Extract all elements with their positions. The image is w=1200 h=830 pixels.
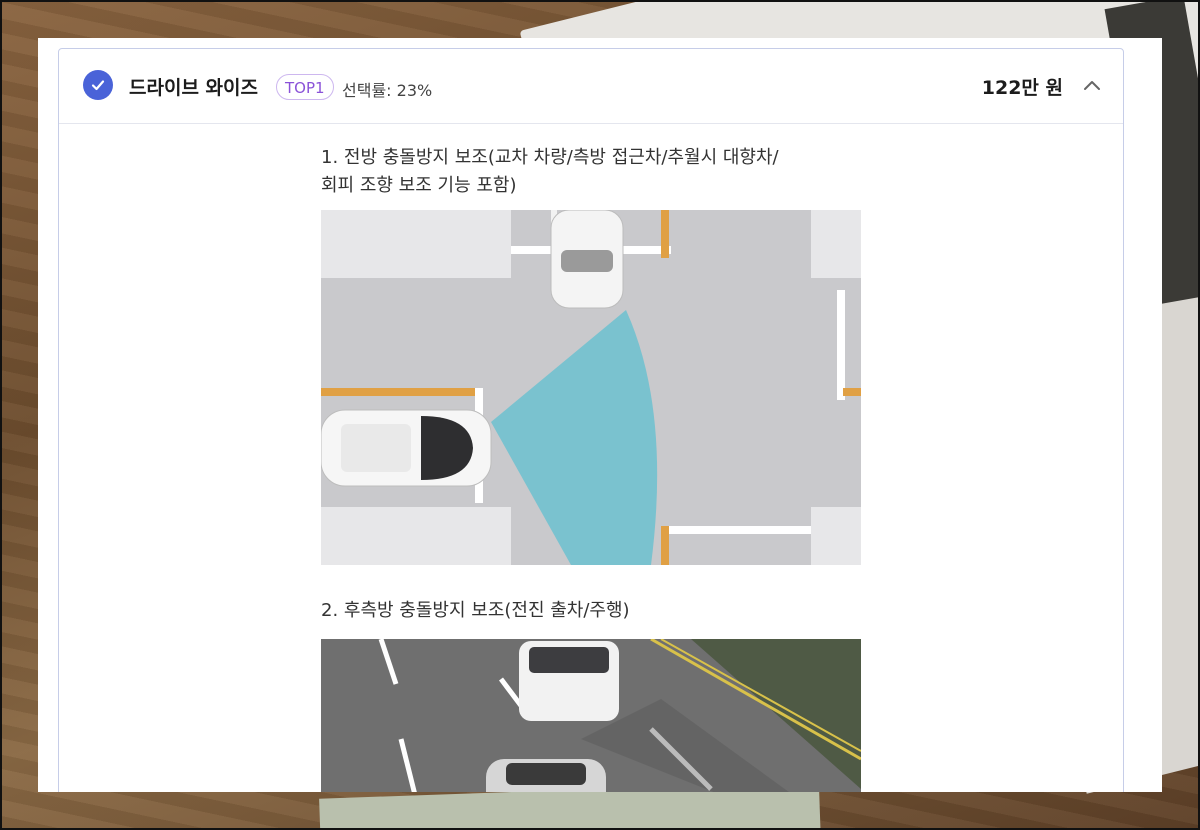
top-badge: TOP1 <box>276 74 334 100</box>
option-price: 122만 원 <box>981 77 1063 99</box>
check-icon[interactable] <box>83 70 113 100</box>
selection-rate: 선택률: 23% <box>342 81 433 100</box>
feature-title: 2. 후측방 충돌방지 보조(전진 출차/주행) <box>321 600 630 621</box>
chevron-up-icon[interactable] <box>1079 73 1105 99</box>
front-collision-assist-diagram <box>321 210 861 565</box>
options-panel: 드라이브 와이즈 TOP1 선택률: 23% 122만 원 1. 전방 충돌방지… <box>38 38 1162 792</box>
option-details: 1. 전방 충돌방지 보조(교차 차량/측방 접근차/추월시 대향차/ 회피 조… <box>321 144 861 792</box>
option-header[interactable]: 드라이브 와이즈 TOP1 선택률: 23% 122만 원 <box>59 49 1123 124</box>
feature-title: 1. 전방 충돌방지 보조(교차 차량/측방 접근차/추월시 대향차/ 회피 조… <box>321 147 779 196</box>
option-card: 드라이브 와이즈 TOP1 선택률: 23% 122만 원 1. 전방 충돌방지… <box>58 48 1124 792</box>
option-name: 드라이브 와이즈 <box>129 77 258 99</box>
rear-side-collision-assist-photo <box>321 639 861 792</box>
